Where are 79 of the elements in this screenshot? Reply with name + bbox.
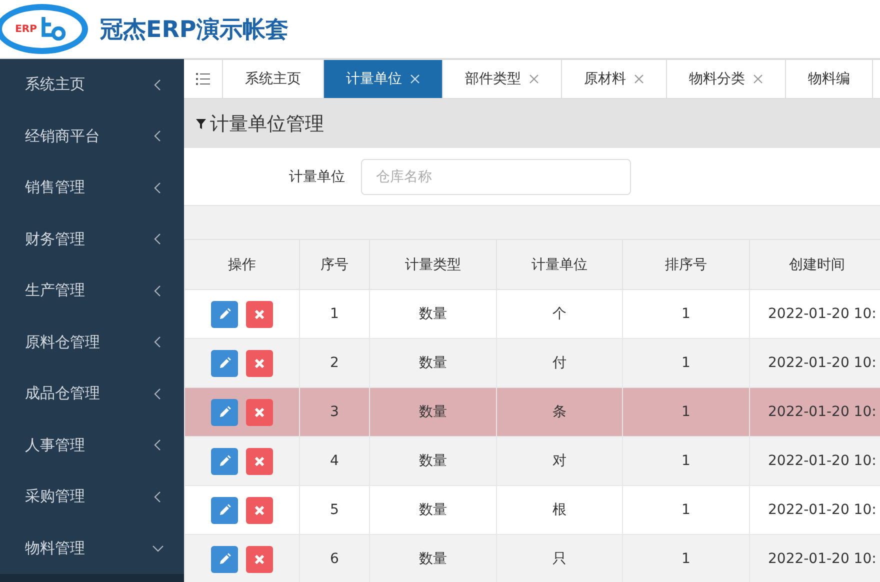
table-row[interactable]: 3 数量 条 1 2022-01-20 10: bbox=[184, 388, 880, 436]
table-cell: 2022-01-20 10: bbox=[750, 534, 880, 582]
table-cell: 数量 bbox=[370, 388, 496, 436]
search-field[interactable]: 仓库名称 bbox=[361, 158, 631, 194]
tab[interactable]: 部件类型 bbox=[443, 60, 562, 98]
table-cell: 数量 bbox=[370, 534, 496, 582]
delete-button[interactable] bbox=[246, 448, 273, 474]
tab[interactable]: 物料分类 bbox=[667, 60, 786, 98]
close-icon bbox=[254, 308, 265, 320]
table-cell: 数量 bbox=[370, 338, 496, 388]
sidebar-item[interactable]: 财务管理 bbox=[0, 214, 184, 265]
pencil-icon bbox=[218, 308, 230, 320]
delete-button[interactable] bbox=[246, 546, 273, 572]
table-cell: 1 bbox=[622, 388, 750, 436]
table-cell: 2 bbox=[300, 338, 370, 388]
sidebar-item[interactable]: 系统主页 bbox=[0, 59, 184, 110]
list-icon bbox=[196, 73, 210, 85]
table-cell: 只 bbox=[496, 534, 622, 582]
column-header: 序号 bbox=[300, 240, 370, 290]
edit-button[interactable] bbox=[211, 350, 238, 376]
tab[interactable]: 物料编 bbox=[786, 60, 873, 98]
pencil-icon bbox=[218, 504, 230, 516]
close-icon[interactable] bbox=[634, 74, 644, 84]
close-icon bbox=[254, 456, 265, 466]
column-header: 创建时间 bbox=[750, 240, 880, 290]
panel-title: 计量单位管理 bbox=[210, 112, 324, 136]
sidebar-item[interactable]: 成品仓管理 bbox=[0, 368, 184, 420]
column-header: 排序号 bbox=[622, 240, 750, 290]
table-cell: 2022-01-20 10: bbox=[750, 388, 880, 436]
table-cell: 2022-01-20 10: bbox=[750, 436, 880, 486]
app-title: 冠杰ERP演示帐套 bbox=[100, 16, 288, 44]
delete-button[interactable] bbox=[246, 300, 273, 328]
sidebar-item[interactable]: 采购管理 bbox=[0, 471, 184, 522]
sidebar-item[interactable]: 生产管理 bbox=[0, 265, 184, 316]
column-header: 计量单位 bbox=[496, 240, 622, 290]
table-cell: 6 bbox=[300, 534, 370, 582]
pencil-icon bbox=[218, 455, 230, 467]
delete-button[interactable] bbox=[246, 398, 273, 426]
edit-button[interactable] bbox=[211, 496, 238, 524]
pencil-icon bbox=[218, 357, 230, 369]
table-row[interactable]: 6 数量 只 1 2022-01-20 10: bbox=[184, 534, 880, 582]
close-icon bbox=[254, 554, 265, 564]
pencil-icon bbox=[218, 406, 230, 418]
sidebar-item[interactable]: 物料管理 bbox=[0, 522, 184, 574]
close-icon bbox=[254, 358, 265, 368]
table-cell: 1 bbox=[622, 338, 750, 388]
table-cell: 对 bbox=[496, 436, 622, 486]
table-cell: 4 bbox=[300, 436, 370, 486]
table-cell: 2022-01-20 10: bbox=[750, 338, 880, 388]
sidebar-item[interactable]: 经销商平台 bbox=[0, 110, 184, 162]
tab[interactable]: 原材料 bbox=[562, 60, 667, 98]
field-label: 计量单位 bbox=[289, 168, 345, 186]
close-icon bbox=[254, 406, 265, 418]
close-icon[interactable] bbox=[529, 74, 539, 84]
table-cell: 条 bbox=[496, 388, 622, 436]
sidebar-item[interactable]: 人事管理 bbox=[0, 420, 184, 471]
column-header: 计量类型 bbox=[370, 240, 496, 290]
edit-button[interactable] bbox=[211, 448, 238, 474]
edit-button[interactable] bbox=[211, 546, 238, 572]
table-cell: 付 bbox=[496, 338, 622, 388]
edit-button[interactable] bbox=[211, 300, 238, 328]
table-cell: 1 bbox=[622, 436, 750, 486]
delete-button[interactable] bbox=[246, 350, 273, 376]
filter-icon bbox=[196, 118, 206, 128]
table-cell: 数量 bbox=[370, 436, 496, 486]
column-header: 操作 bbox=[184, 240, 300, 290]
table-cell: 3 bbox=[300, 388, 370, 436]
close-icon bbox=[254, 504, 265, 516]
table-row[interactable]: 2 数量 付 1 2022-01-20 10: bbox=[184, 338, 880, 388]
pencil-icon bbox=[218, 553, 230, 565]
sidebar-item[interactable]: 销售管理 bbox=[0, 162, 184, 214]
table-row[interactable]: 4 数量 对 1 2022-01-20 10: bbox=[184, 436, 880, 486]
sidebar-item[interactable]: 原料仓管理 bbox=[0, 316, 184, 368]
table-cell: 1 bbox=[622, 534, 750, 582]
delete-button[interactable] bbox=[246, 496, 273, 524]
edit-button[interactable] bbox=[211, 398, 238, 426]
close-icon[interactable] bbox=[753, 74, 763, 84]
tab[interactable]: 计量单位 bbox=[324, 60, 443, 98]
logo-text: ERP bbox=[15, 24, 37, 34]
